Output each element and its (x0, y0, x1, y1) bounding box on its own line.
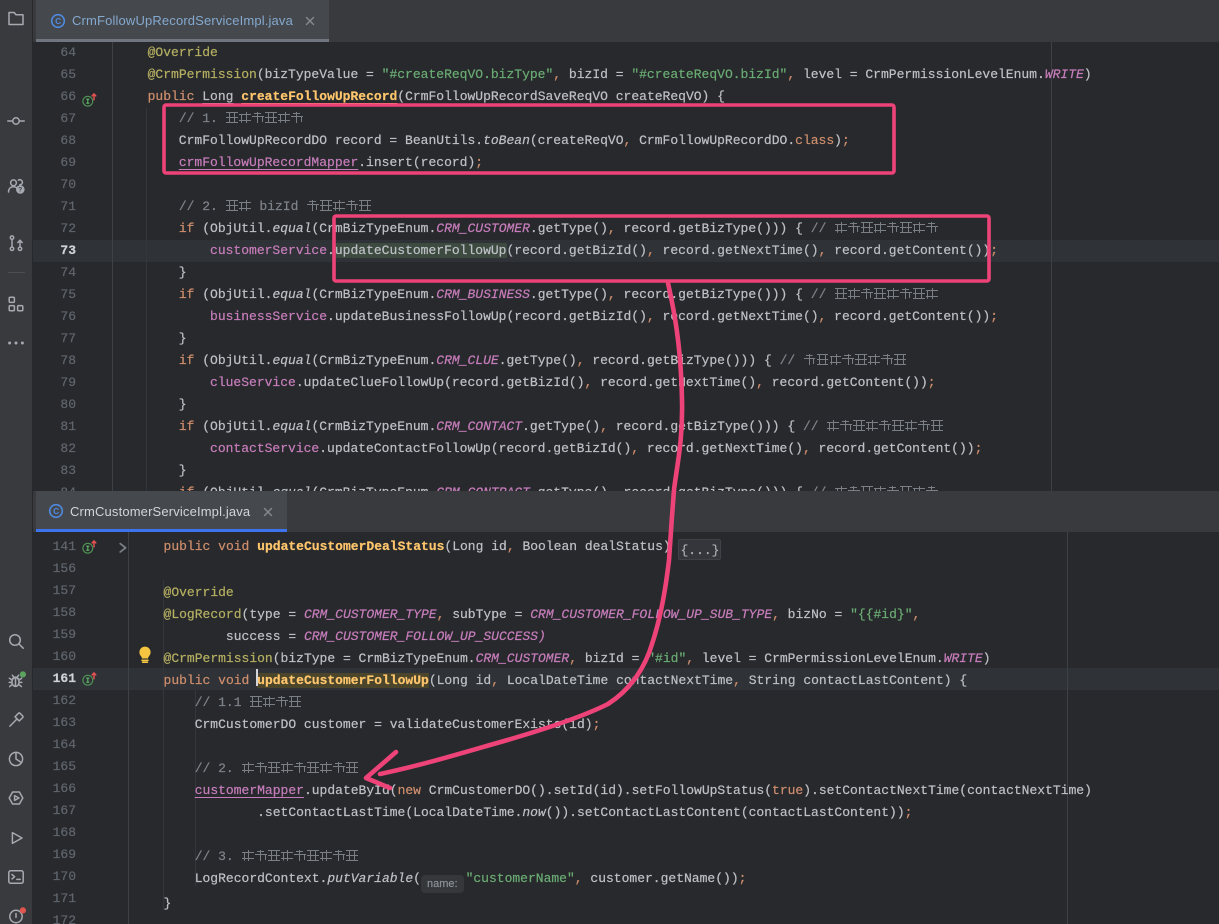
svg-text:C: C (53, 506, 59, 516)
svg-text:C: C (55, 16, 61, 26)
svg-text:?: ? (18, 187, 22, 194)
